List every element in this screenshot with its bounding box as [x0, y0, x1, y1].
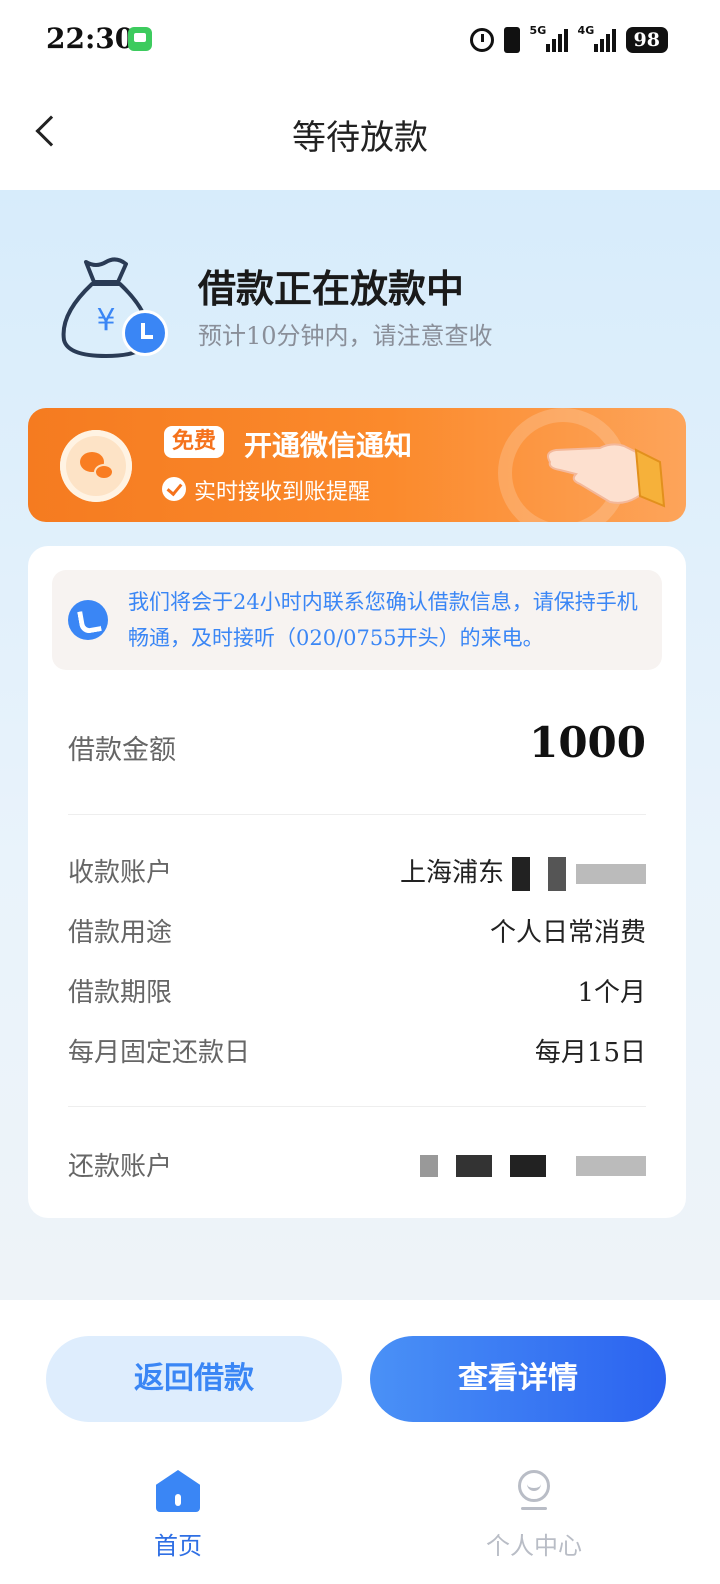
profile-icon: [515, 1470, 553, 1512]
wechat-banner-subtitle: 实时接收到账提醒: [194, 480, 371, 505]
view-details-button[interactable]: 查看详情: [370, 1336, 666, 1422]
return-loan-button[interactable]: 返回借款: [46, 1336, 342, 1422]
page-title: 等待放款: [292, 118, 428, 158]
masked-info: [456, 1155, 492, 1177]
status-subtitle: 预计10分钟内，请注意查收: [198, 322, 493, 350]
tab-home-label: 首页: [154, 1532, 202, 1560]
status-title: 借款正在放款中: [198, 266, 465, 311]
home-icon: [156, 1470, 200, 1512]
free-badge: 免费: [164, 426, 225, 458]
check-icon: [162, 477, 186, 501]
repay-day-label: 每月固定还款日: [68, 1038, 251, 1068]
purpose-value: 个人日常消费: [489, 918, 646, 948]
wechat-icon: [60, 430, 132, 502]
amount-value: 1000: [529, 718, 646, 767]
signal-4g-icon: 4G: [578, 24, 616, 52]
tab-profile-label: 个人中心: [486, 1532, 582, 1560]
nav-bar: 等待放款: [0, 80, 720, 190]
status-bar: 22:30 5G 4G 98: [0, 0, 720, 80]
purpose-label: 借款用途: [68, 918, 173, 948]
network-label-5g: 5G: [529, 24, 547, 37]
term-label: 借款期限: [68, 978, 173, 1008]
wechat-notify-banner[interactable]: 免费 开通微信通知 实时接收到账提醒: [28, 408, 686, 522]
masked-info: [576, 1156, 646, 1176]
battery-icon: 98: [625, 27, 668, 53]
loan-detail-card: 我们将会于24小时内联系您确认借款信息，请保持手机畅通，及时接听（020/075…: [28, 546, 686, 1218]
vibrate-icon: [503, 27, 520, 53]
alarm-icon: [469, 28, 494, 52]
term-value: 1个月: [577, 978, 646, 1008]
receive-account-label: 收款账户: [68, 858, 173, 888]
repay-account-value: [412, 1150, 646, 1180]
divider: [68, 1106, 646, 1107]
signal-5g-icon: 5G: [530, 24, 568, 52]
repay-account-label: 还款账户: [68, 1152, 173, 1182]
pointing-hand-icon: [547, 443, 666, 508]
masked-info: [510, 1155, 546, 1177]
receive-account-bank: 上海浦东: [399, 858, 504, 888]
masked-info: [420, 1155, 438, 1177]
action-bar: 返回借款 查看详情: [0, 1300, 720, 1460]
receive-account-value: 上海浦东: [400, 852, 646, 891]
tab-home[interactable]: 首页: [78, 1470, 278, 1561]
tab-profile[interactable]: 个人中心: [434, 1470, 634, 1561]
notice-text: 我们将会于24小时内联系您确认借款信息，请保持手机畅通，及时接听（020/075…: [128, 590, 638, 650]
phone-icon: [68, 600, 108, 640]
wechat-banner-title: 开通微信通知: [244, 429, 413, 462]
repay-day-value: 每月15日: [534, 1038, 646, 1068]
masked-info: [512, 857, 530, 891]
masked-info: [548, 857, 566, 891]
masked-info: [576, 864, 646, 884]
status-icons: 5G 4G 98: [469, 24, 668, 56]
clock-icon: [122, 310, 168, 356]
svg-text:¥: ¥: [96, 303, 115, 338]
amount-label: 借款金额: [68, 735, 176, 766]
status-time: 22:30: [46, 22, 135, 55]
message-app-icon: [128, 27, 152, 51]
divider: [68, 814, 646, 815]
contact-notice: 我们将会于24小时内联系您确认借款信息，请保持手机畅通，及时接听（020/075…: [52, 570, 662, 670]
network-label-4g: 4G: [577, 24, 595, 37]
tab-bar: 首页 个人中心: [0, 1460, 720, 1584]
loan-status-header: ¥ 借款正在放款中 预计10分钟内，请注意查收: [56, 250, 676, 370]
